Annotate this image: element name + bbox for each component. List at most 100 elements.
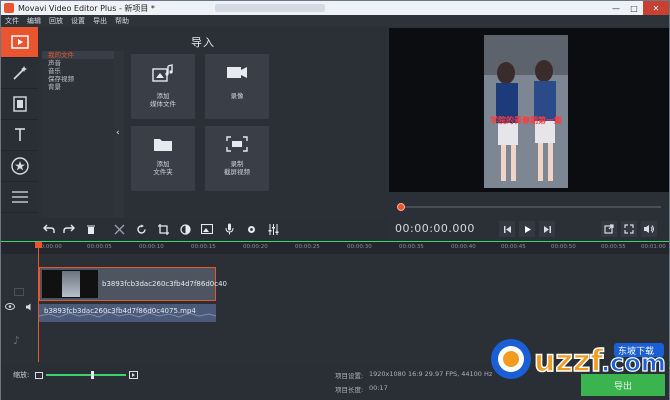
video-clip-name: b3893fcb3dac260c3fb4d7f86d0c40 bbox=[102, 280, 227, 288]
rotate-button[interactable] bbox=[132, 220, 150, 238]
tree-backgrounds[interactable]: 背景 bbox=[42, 83, 114, 91]
project-length-label: 项目长度: bbox=[335, 386, 364, 394]
next-frame-button[interactable] bbox=[539, 221, 555, 237]
gear-icon bbox=[247, 225, 255, 233]
rotate-icon bbox=[136, 224, 146, 234]
tool-rail bbox=[1, 27, 38, 241]
app-logo-icon bbox=[4, 3, 14, 13]
import-icon bbox=[10, 35, 29, 49]
add-folder-tile[interactable]: 添加 文件夹 bbox=[131, 126, 195, 191]
minimize-button[interactable]: — bbox=[607, 1, 625, 15]
ruler-label: 00:00:40 bbox=[451, 244, 476, 250]
audio-clip[interactable]: b3893fcb3dac260c3fb4d7f86d0c4075.mp4 bbox=[39, 304, 216, 322]
watermark-logo: uzzf .com 东坡下载 bbox=[491, 339, 666, 380]
app-window: Movavi Video Editor Plus - 新项目 * — □ ✕ 文… bbox=[0, 0, 670, 400]
close-button[interactable]: ✕ bbox=[643, 1, 669, 15]
menu-settings[interactable]: 设置 bbox=[71, 16, 85, 26]
dancers-image bbox=[484, 35, 568, 188]
maximize-button[interactable]: □ bbox=[625, 1, 643, 15]
tree-saved-video[interactable]: 保存视频 bbox=[42, 75, 114, 83]
menu-file[interactable]: 文件 bbox=[5, 16, 19, 26]
delete-button[interactable] bbox=[82, 220, 100, 238]
tree-my-files[interactable]: 我的文件 bbox=[42, 51, 114, 59]
ruler-label: 00:00:05 bbox=[87, 244, 112, 250]
image-button[interactable] bbox=[198, 220, 216, 238]
tree-music[interactable]: 音乐 bbox=[42, 67, 114, 75]
collapse-arrow-icon[interactable]: ‹ bbox=[116, 128, 120, 138]
undo-button[interactable] bbox=[40, 220, 58, 238]
fullscreen-button[interactable] bbox=[621, 221, 637, 237]
record-video-tile[interactable]: 录像 bbox=[205, 54, 269, 119]
crop-icon bbox=[157, 223, 169, 235]
speaker-icon[interactable] bbox=[25, 303, 34, 311]
timeline-ruler[interactable]: 00:00:00 00:00:05 00:00:10 00:00:15 00:0… bbox=[1, 241, 669, 254]
tree-sounds[interactable]: 声音 bbox=[42, 59, 114, 67]
video-preview[interactable]: 学院的青春期第一集 bbox=[389, 28, 669, 192]
import-title: 导入 bbox=[191, 36, 215, 49]
add-media-tile[interactable]: 添加 媒体文件 bbox=[131, 54, 195, 119]
fullscreen-icon bbox=[624, 224, 634, 234]
project-length-value: 00:17 bbox=[369, 384, 388, 392]
ruler-label: 00:00:15 bbox=[191, 244, 216, 250]
video-clip[interactable]: b3893fcb3dac260c3fb4d7f86d0c40 bbox=[39, 267, 227, 301]
rail-transitions[interactable] bbox=[1, 89, 38, 120]
color-adjust-button[interactable] bbox=[176, 220, 194, 238]
cut-button[interactable] bbox=[110, 220, 128, 238]
rail-filters[interactable] bbox=[1, 58, 38, 89]
preview-progress-track[interactable] bbox=[397, 206, 661, 208]
timecode-display: 00:00:00.000 bbox=[395, 222, 475, 235]
prev-frame-button[interactable] bbox=[499, 221, 515, 237]
preview-frame-image: 学院的青春期第一集 bbox=[484, 35, 568, 188]
rail-titles[interactable] bbox=[1, 120, 38, 151]
list-icon bbox=[11, 191, 28, 203]
star-icon bbox=[10, 157, 29, 175]
zoom-slider-handle[interactable] bbox=[91, 371, 94, 379]
rail-more[interactable] bbox=[1, 182, 38, 213]
menu-export[interactable]: 导出 bbox=[93, 16, 107, 26]
zoom-out-icon[interactable] bbox=[35, 372, 43, 379]
rail-import[interactable] bbox=[1, 27, 38, 58]
menu-bar: 文件 编辑 回放 设置 导出 帮助 bbox=[1, 15, 669, 27]
menu-playback[interactable]: 回放 bbox=[49, 16, 63, 26]
menu-help[interactable]: 帮助 bbox=[115, 16, 129, 26]
project-settings-value: 1920x1080 16:9 29.97 FPS, 44100 Hz bbox=[369, 370, 493, 378]
add-folder-label: 添加 文件夹 bbox=[153, 160, 173, 176]
speaker-icon bbox=[644, 225, 654, 233]
add-track-box[interactable] bbox=[14, 288, 24, 296]
playhead-line[interactable] bbox=[38, 242, 39, 362]
camera-icon bbox=[227, 67, 247, 78]
ruler-label: 00:00:45 bbox=[501, 244, 526, 250]
volume-button[interactable] bbox=[641, 221, 657, 237]
clip-settings-button[interactable] bbox=[242, 220, 260, 238]
add-media-icon bbox=[152, 64, 173, 82]
rail-stickers[interactable] bbox=[1, 151, 38, 182]
zoom-label: 缩放: bbox=[13, 371, 30, 379]
redo-button[interactable] bbox=[60, 220, 78, 238]
ruler-label: 00:00:30 bbox=[347, 244, 372, 250]
play-icon bbox=[524, 225, 531, 233]
scissors-icon bbox=[114, 224, 124, 234]
voice-record-button[interactable] bbox=[220, 220, 238, 238]
record-video-label: 录像 bbox=[230, 92, 244, 100]
file-tree: 我的文件 声音 音乐 保存视频 背景 bbox=[42, 51, 114, 221]
screen-capture-tile[interactable]: 录制 截屏视频 bbox=[205, 126, 269, 191]
menu-edit[interactable]: 编辑 bbox=[27, 16, 41, 26]
zoom-slider-track[interactable] bbox=[46, 374, 126, 376]
clip-thumbnail bbox=[42, 270, 98, 298]
detach-preview-button[interactable] bbox=[601, 221, 617, 237]
zoom-in-icon[interactable] bbox=[129, 371, 138, 379]
crop-button[interactable] bbox=[154, 220, 172, 238]
eye-icon[interactable] bbox=[5, 303, 15, 310]
equalizer-button[interactable] bbox=[264, 220, 282, 238]
svg-text:uzzf: uzzf bbox=[534, 344, 604, 379]
filmstrip-icon bbox=[12, 96, 27, 112]
ruler-label: 00:00:35 bbox=[399, 244, 424, 250]
play-button[interactable] bbox=[519, 221, 535, 237]
ruler-label: 00:00:25 bbox=[295, 244, 320, 250]
ruler-label: 00:00:50 bbox=[551, 244, 576, 250]
preview-progress-handle[interactable] bbox=[397, 203, 405, 211]
magic-wand-icon bbox=[12, 66, 27, 80]
ruler-label: 00:00:10 bbox=[139, 244, 164, 250]
edit-toolbar bbox=[38, 218, 388, 240]
microphone-icon bbox=[225, 223, 233, 235]
